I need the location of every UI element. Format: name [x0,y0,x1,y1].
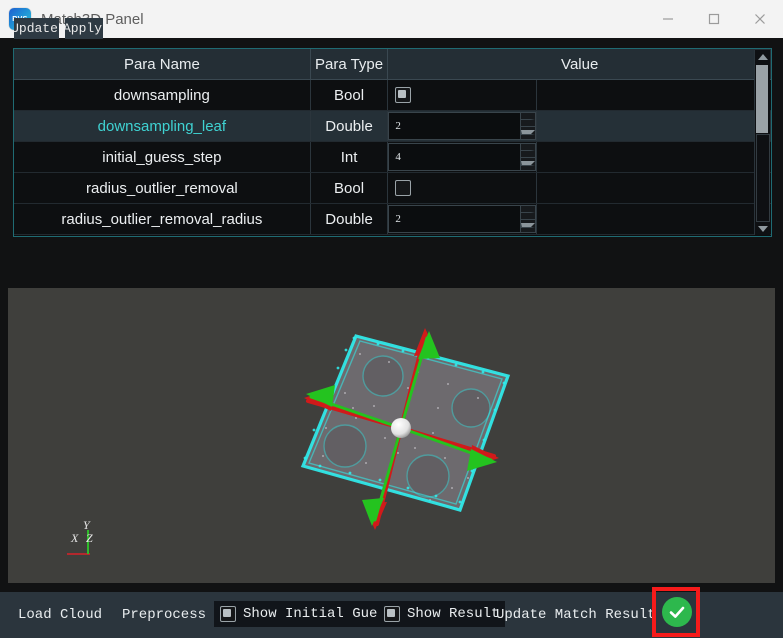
param-name-cell[interactable]: radius_outlier_removal [14,172,311,204]
spinbox-down-icon[interactable] [519,157,535,170]
param-row-filler [536,79,771,111]
window-controls [645,0,783,38]
scrollbar-track[interactable] [756,134,770,222]
value-checkbox-wrap [388,174,535,203]
column-header-para-type[interactable]: Para Type [310,49,389,80]
param-type-cell: Double [310,110,389,142]
load-cloud-button[interactable]: Load Cloud [18,603,102,627]
param-spinbox[interactable]: 2 [388,205,536,233]
param-value-cell[interactable]: 2 [387,203,537,235]
minimize-icon[interactable] [645,0,691,38]
show-result-label: Show Result [407,606,500,622]
axis-label-z: Z [86,531,93,545]
axis-gizmo: Y X Z [64,518,104,565]
spinbox-up-icon[interactable] [519,144,535,158]
table-row[interactable]: radius_outlier_removal Bool [14,172,771,204]
load-cloud-label: Load Cloud [18,607,103,623]
table-row[interactable]: initial_guess_step Int 4 [14,141,771,173]
preprocess-label: Preprocess [122,607,207,623]
table-vertical-scrollbar[interactable] [754,50,770,235]
param-checkbox-icon[interactable] [395,87,412,103]
value-checkbox-wrap [388,81,535,110]
param-type-cell: Bool [310,172,389,204]
param-type-cell: Double [310,203,389,235]
param-name-cell[interactable]: downsampling_leaf [14,110,311,142]
apply-button[interactable]: Apply [65,18,103,39]
param-type-cell: Int [310,141,389,173]
preprocess-button[interactable]: Preprocess [122,603,206,627]
match3d-panel-window: RVS Match3D Panel Update Apply [0,0,783,638]
scroll-down-arrow-icon[interactable] [755,222,770,235]
param-row-filler [536,141,771,173]
param-checkbox-icon[interactable] [395,180,412,196]
param-row-filler [536,203,771,235]
column-header-value[interactable]: Value [387,49,771,80]
title-bar: RVS Match3D Panel [0,0,783,38]
close-icon[interactable] [737,0,783,38]
update-button-label: Update [14,21,58,36]
spinbox-up-icon[interactable] [519,206,535,220]
param-spinbox-value: 4 [395,151,401,163]
param-row-filler [536,172,771,204]
table-header-row: Para Name Para Type Value [14,49,771,80]
param-value-cell[interactable]: 4 [387,141,537,173]
param-spinbox-value: 2 [395,120,401,132]
spinbox-arrows [519,206,535,232]
spinbox-down-icon[interactable] [519,219,535,232]
table-row[interactable]: radius_outlier_removal_radius Double 2 [14,203,771,235]
scroll-up-arrow-icon[interactable] [755,50,770,63]
param-name-cell[interactable]: initial_guess_step [14,141,311,173]
table-row[interactable]: downsampling_leaf Double 2 [14,110,771,142]
spinbox-arrows [519,113,535,139]
point-cloud-viewport[interactable] [8,288,775,583]
show-initial-guess-check-icon[interactable] [220,606,236,622]
param-spinbox[interactable]: 4 [388,143,536,171]
axis-label-x: X [71,531,79,545]
point-cloud-render [300,328,511,530]
update-match-result-button[interactable]: Update Match Result [496,603,656,627]
show-initial-guess-checkbox[interactable]: Show Initial Guess [214,601,401,627]
param-row-filler [536,110,771,142]
param-value-cell[interactable] [387,79,537,111]
table-row[interactable]: downsampling Bool [14,79,771,111]
table-body: downsampling Bool downsampling_leaf Double 2… [14,79,771,235]
scrollbar-thumb[interactable] [756,65,768,133]
show-initial-guess-label: Show Initial Guess [243,606,395,622]
spinbox-down-icon[interactable] [519,126,535,139]
show-result-check-icon[interactable] [384,606,400,622]
spinbox-arrows [519,144,535,170]
update-match-result-label: Update Match Result [496,607,656,623]
param-value-cell[interactable] [387,172,537,204]
spinbox-up-icon[interactable] [519,113,535,127]
maximize-icon[interactable] [691,0,737,38]
annotation-highlight-box [652,587,700,637]
param-value-cell[interactable]: 2 [387,110,537,142]
param-type-cell: Bool [310,79,389,111]
param-name-cell[interactable]: radius_outlier_removal_radius [14,203,311,235]
parameter-table[interactable]: Para Name Para Type Value downsampling Bo… [13,48,772,237]
show-result-checkbox[interactable]: Show Result [378,601,506,627]
update-button[interactable]: Update [14,18,59,39]
param-spinbox-value: 2 [395,213,401,225]
column-header-para-name[interactable]: Para Name [14,49,311,80]
param-spinbox[interactable]: 2 [388,112,536,140]
param-name-cell[interactable]: downsampling [14,79,311,111]
apply-button-label: Apply [65,21,102,36]
